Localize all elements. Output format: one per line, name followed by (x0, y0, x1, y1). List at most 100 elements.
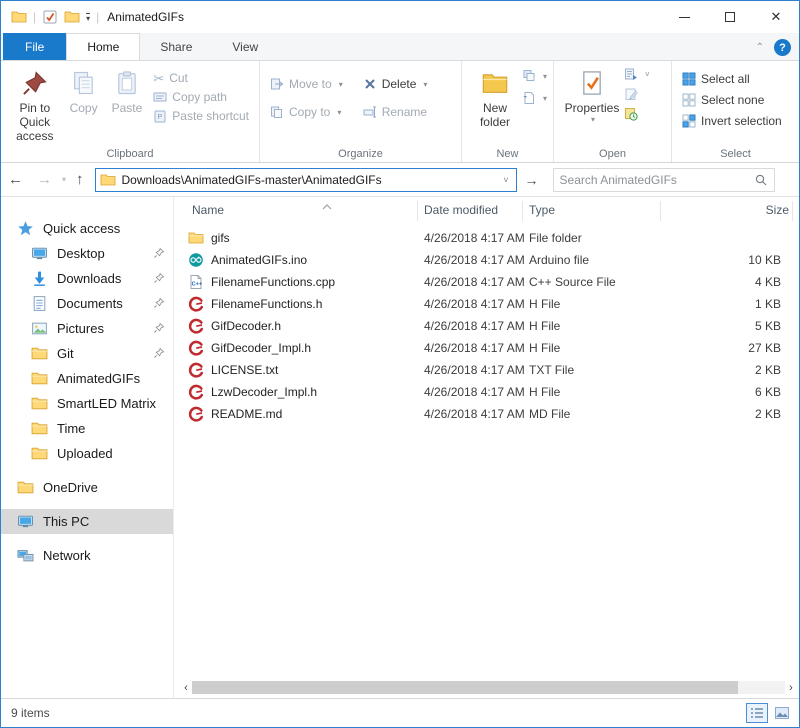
file-row-lzwdecoder-impl-h[interactable]: LzwDecoder_Impl.h4/26/2018 4:17 AMH File… (174, 381, 799, 403)
sidebar-item-onedrive[interactable]: OneDrive (1, 475, 173, 500)
file-row-animatedgifs-ino[interactable]: AnimatedGIFs.ino4/26/2018 4:17 AMArduino… (174, 249, 799, 271)
column-divider[interactable] (792, 201, 793, 221)
column-divider[interactable] (417, 201, 418, 221)
sidebar-item-git[interactable]: Git (1, 341, 173, 366)
scrollbar-thumb[interactable] (192, 681, 738, 694)
column-header-size[interactable]: Size (729, 203, 789, 217)
scroll-right-arrow-icon[interactable]: › (785, 682, 797, 694)
copy-path-button[interactable]: Copy path (153, 90, 249, 104)
close-button[interactable]: ✕ (753, 1, 799, 33)
delete-button[interactable]: Delete▾ (363, 77, 428, 91)
rename-icon (363, 105, 377, 119)
move-to-icon (270, 77, 284, 91)
address-path[interactable]: Downloads\AnimatedGIFs-master\AnimatedGI… (122, 173, 501, 187)
edit-button[interactable] (624, 87, 650, 101)
paste-button[interactable]: Paste (106, 65, 149, 119)
sidebar-item-animatedgifs[interactable]: AnimatedGIFs (1, 366, 173, 391)
copy-to-button[interactable]: Copy to▾ (270, 105, 343, 119)
recent-locations-caret-icon[interactable]: ▾ (59, 175, 69, 184)
sidebar-item-downloads[interactable]: Downloads (1, 266, 173, 291)
address-bar-row: ← → ▾ ↑ Downloads\AnimatedGIFs-master\An… (1, 163, 799, 197)
sidebar-item-pictures[interactable]: Pictures (1, 316, 173, 341)
tab-share[interactable]: Share (140, 33, 212, 60)
file-row-gifdecoder-h[interactable]: GifDecoder.h4/26/2018 4:17 AMH File5 KB (174, 315, 799, 337)
column-header-name[interactable]: Name (192, 203, 224, 217)
invert-selection-button[interactable]: Invert selection (682, 114, 782, 128)
thumbnails-view-button[interactable] (771, 703, 793, 723)
file-name: README.md (211, 407, 282, 421)
column-header-date-modified[interactable]: Date modified (424, 203, 498, 217)
file-date-modified: 4/26/2018 4:17 AM (424, 341, 529, 355)
new-folder-qat-icon[interactable] (64, 9, 80, 25)
file-row-filenamefunctions-cpp[interactable]: C++FilenameFunctions.cpp4/26/2018 4:17 A… (174, 271, 799, 293)
pin-to-quick-access-label: Pin to Quick access (14, 101, 56, 143)
column-divider[interactable] (660, 201, 661, 221)
file-row-gifs[interactable]: gifs4/26/2018 4:17 AMFile folder (174, 227, 799, 249)
search-input[interactable] (560, 173, 754, 187)
file-row-license-txt[interactable]: LICENSE.txt4/26/2018 4:17 AMTXT File2 KB (174, 359, 799, 381)
address-dropdown-caret-icon[interactable]: ˅ (500, 175, 511, 185)
select-all-button[interactable]: Select all (682, 72, 782, 86)
history-icon (624, 107, 638, 121)
svg-text:P: P (158, 114, 163, 121)
folder-window-icon[interactable] (11, 9, 27, 25)
collapse-ribbon-icon[interactable]: ⌃ (756, 42, 764, 53)
properties-button[interactable]: Properties ▾ (561, 65, 623, 128)
new-item-button[interactable]: ▾ (522, 91, 547, 105)
search-icon[interactable] (754, 173, 768, 187)
properties-qat-icon[interactable] (42, 9, 58, 25)
qat-customize-caret[interactable]: ▾ (86, 13, 90, 22)
address-bar[interactable]: Downloads\AnimatedGIFs-master\AnimatedGI… (95, 168, 517, 192)
sidebar-item-this-pc[interactable]: This PC (1, 509, 173, 534)
sidebar-item-uploaded[interactable]: Uploaded (1, 441, 173, 466)
file-name: gifs (211, 231, 230, 245)
history-button[interactable] (624, 107, 650, 121)
open-button[interactable]: ˅ (624, 67, 650, 81)
sidebar-item-quick-access[interactable]: Quick access (1, 216, 173, 241)
maximize-button[interactable] (707, 1, 753, 33)
move-to-button[interactable]: Move to▾ (270, 77, 343, 91)
column-header-type[interactable]: Type (529, 203, 555, 217)
tab-view[interactable]: View (212, 33, 278, 60)
new-folder-button[interactable]: New folder (469, 65, 521, 133)
copy-button[interactable]: Copy (64, 65, 104, 119)
cut-button[interactable]: ✂Cut (153, 71, 249, 85)
go-button[interactable]: → (517, 172, 547, 188)
up-button[interactable]: ↑ (69, 171, 91, 188)
clipboard-group-label: Clipboard (1, 148, 259, 160)
file-row-gifdecoder-impl-h[interactable]: GifDecoder_Impl.h4/26/2018 4:17 AMH File… (174, 337, 799, 359)
sidebar-item-label: Documents (57, 296, 123, 311)
back-button[interactable]: ← (1, 171, 30, 188)
search-box[interactable] (553, 168, 775, 192)
column-divider[interactable] (522, 201, 523, 221)
new-item-icon (522, 91, 536, 105)
sidebar-item-documents[interactable]: Documents (1, 291, 173, 316)
pin-to-quick-access-button[interactable]: Pin to Quick access (8, 65, 62, 147)
horizontal-scrollbar[interactable]: ‹ › (180, 680, 797, 695)
file-row-readme-md[interactable]: README.md4/26/2018 4:17 AMMD File2 KB (174, 403, 799, 425)
select-none-button[interactable]: Select none (682, 93, 782, 107)
tab-file[interactable]: File (3, 33, 66, 60)
scroll-left-arrow-icon[interactable]: ‹ (180, 682, 192, 694)
minimize-button[interactable] (661, 1, 707, 33)
scrollbar-track[interactable] (192, 681, 785, 694)
file-size: 2 KB (667, 407, 789, 421)
rename-button[interactable]: Rename (363, 105, 428, 119)
sidebar-item-desktop[interactable]: Desktop (1, 241, 173, 266)
easy-access-button[interactable]: ▾ (522, 69, 547, 83)
details-view-button[interactable] (746, 703, 768, 723)
forward-button[interactable]: → (30, 171, 59, 188)
file-name: LzwDecoder_Impl.h (211, 385, 317, 399)
file-date-modified: 4/26/2018 4:17 AM (424, 275, 529, 289)
sidebar-item-smartled-matrix[interactable]: SmartLED Matrix (1, 391, 173, 416)
paste-shortcut-button[interactable]: PPaste shortcut (153, 109, 249, 123)
sidebar-item-label: This PC (43, 514, 89, 529)
tab-home[interactable]: Home (66, 33, 140, 60)
sort-ascending-icon[interactable] (322, 197, 332, 215)
sidebar-item-network[interactable]: Network (1, 543, 173, 568)
sidebar-item-time[interactable]: Time (1, 416, 173, 441)
ribbon-group-open: Properties ▾ ˅ Open (553, 61, 671, 162)
help-icon[interactable]: ? (774, 39, 791, 56)
file-row-filenamefunctions-h[interactable]: FilenameFunctions.h4/26/2018 4:17 AMH Fi… (174, 293, 799, 315)
redfile-file-icon (188, 296, 204, 312)
